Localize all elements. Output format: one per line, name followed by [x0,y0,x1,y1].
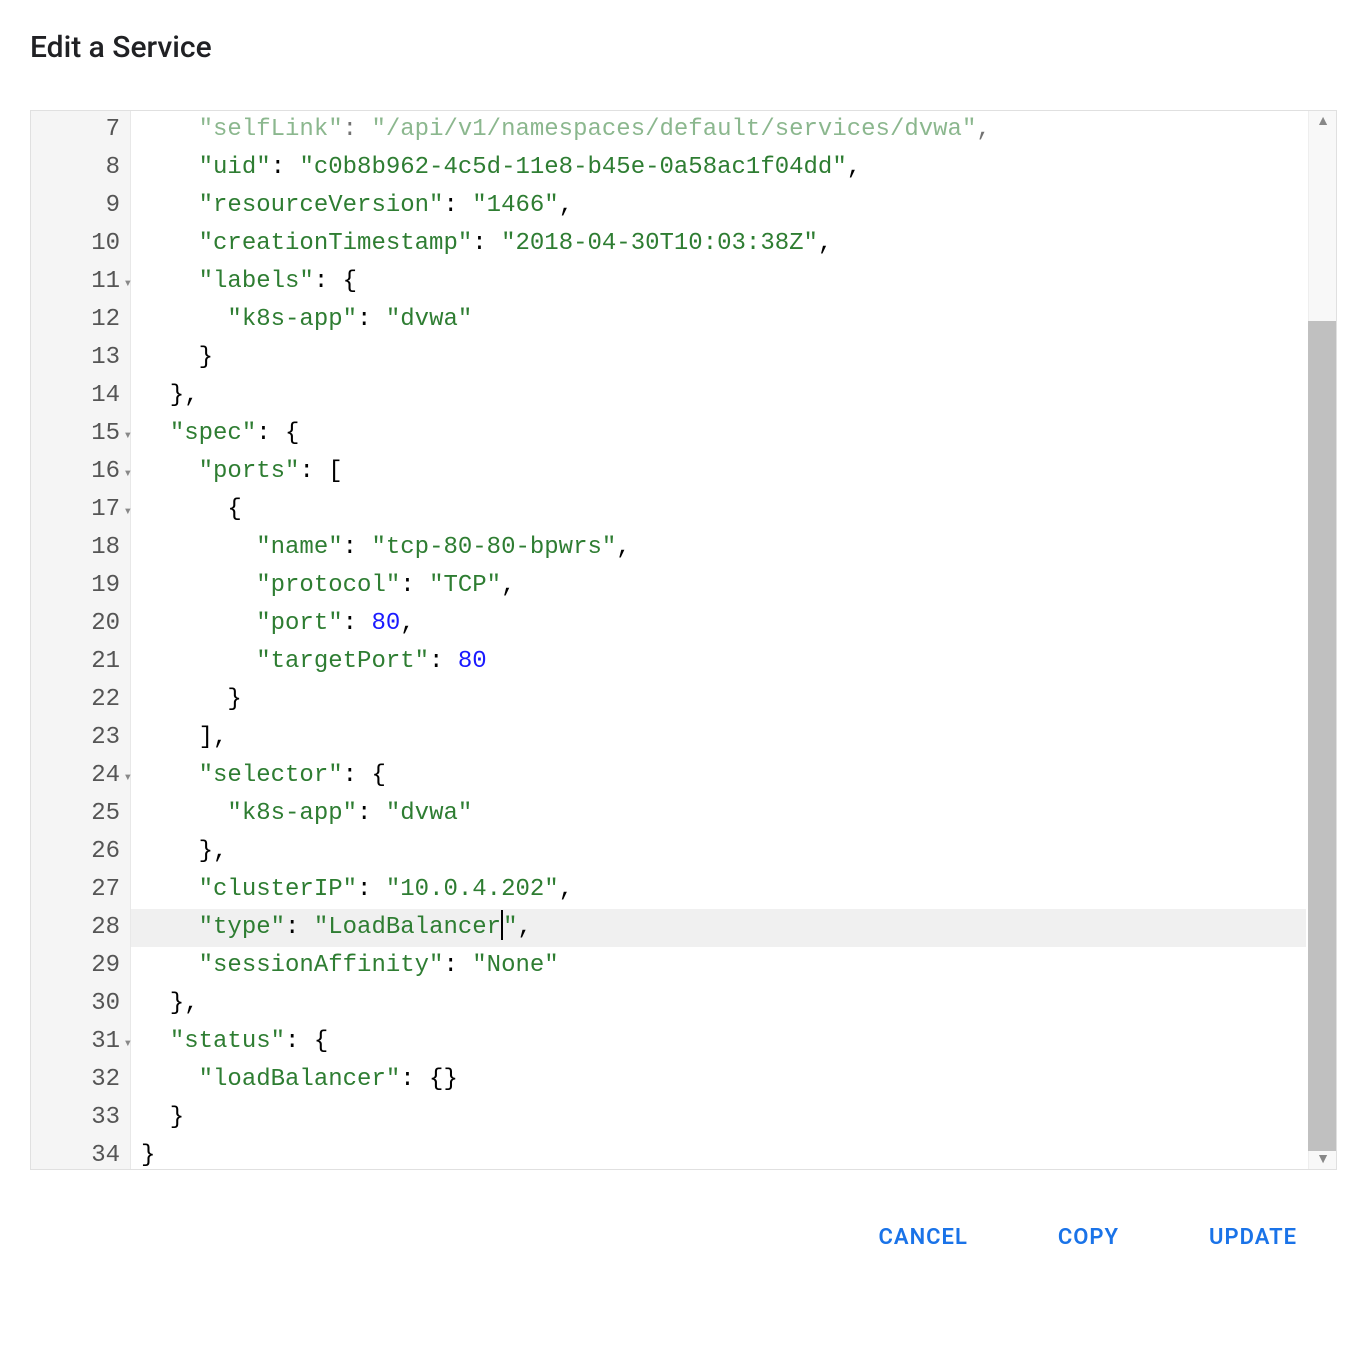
vertical-scrollbar[interactable]: ▲ ▼ [1308,111,1336,1169]
code-line[interactable]: "port": 80, [131,605,1306,643]
code-line[interactable]: ], [131,719,1306,757]
code-line[interactable]: } [131,1137,1306,1170]
code-line[interactable]: "targetPort": 80 [131,643,1306,681]
code-line[interactable]: "clusterIP": "10.0.4.202", [131,871,1306,909]
line-number: 22 [31,681,130,719]
code-line[interactable]: } [131,681,1306,719]
line-number-gutter: 7891011121314151617181920212223242526272… [31,111,131,1169]
code-line[interactable]: } [131,1099,1306,1137]
line-number: 7 [31,111,130,149]
line-number: 27 [31,871,130,909]
line-number: 10 [31,225,130,263]
code-content[interactable]: "selfLink": "/api/v1/namespaces/default/… [131,111,1336,1169]
code-line[interactable]: "k8s-app": "dvwa" [131,795,1306,833]
line-number: 29 [31,947,130,985]
line-number: 32 [31,1061,130,1099]
scroll-up-arrow[interactable]: ▲ [1309,111,1337,131]
line-number: 33 [31,1099,130,1137]
scroll-thumb[interactable] [1308,321,1336,1151]
line-number: 17 [31,491,130,529]
line-number: 24 [31,757,130,795]
line-number: 13 [31,339,130,377]
line-number: 8 [31,149,130,187]
line-number: 12 [31,301,130,339]
code-line[interactable]: "creationTimestamp": "2018-04-30T10:03:3… [131,225,1306,263]
line-number: 18 [31,529,130,567]
code-line[interactable]: "ports": [ [131,453,1306,491]
code-line[interactable]: "uid": "c0b8b962-4c5d-11e8-b45e-0a58ac1f… [131,149,1306,187]
code-line[interactable]: }, [131,833,1306,871]
line-number: 21 [31,643,130,681]
line-number: 11 [31,263,130,301]
line-number: 15 [31,415,130,453]
dialog-title: Edit a Service [30,30,1337,65]
line-number: 23 [31,719,130,757]
code-line[interactable]: "selfLink": "/api/v1/namespaces/default/… [131,111,1306,149]
code-line[interactable]: }, [131,985,1306,1023]
code-editor[interactable]: 7891011121314151617181920212223242526272… [30,110,1337,1170]
line-number: 14 [31,377,130,415]
code-line[interactable]: "k8s-app": "dvwa" [131,301,1306,339]
line-number: 19 [31,567,130,605]
cancel-button[interactable]: CANCEL [879,1225,968,1250]
code-line[interactable]: "spec": { [131,415,1306,453]
code-line[interactable]: } [131,339,1306,377]
line-number: 16 [31,453,130,491]
line-number: 25 [31,795,130,833]
code-line[interactable]: "selector": { [131,757,1306,795]
code-line[interactable]: "resourceVersion": "1466", [131,187,1306,225]
dialog-actions: CANCEL COPY UPDATE [30,1170,1337,1250]
code-line[interactable]: }, [131,377,1306,415]
code-line[interactable]: "name": "tcp-80-80-bpwrs", [131,529,1306,567]
code-line[interactable]: "loadBalancer": {} [131,1061,1306,1099]
code-line[interactable]: "sessionAffinity": "None" [131,947,1306,985]
code-line[interactable]: "status": { [131,1023,1306,1061]
line-number: 20 [31,605,130,643]
line-number: 26 [31,833,130,871]
line-number: 28 [31,909,130,947]
code-line[interactable]: "type": "LoadBalancer", [131,909,1306,947]
code-line[interactable]: { [131,491,1306,529]
update-button[interactable]: UPDATE [1209,1225,1297,1250]
copy-button[interactable]: COPY [1058,1225,1119,1250]
code-line[interactable]: "labels": { [131,263,1306,301]
line-number: 34 [31,1137,130,1170]
code-line[interactable]: "protocol": "TCP", [131,567,1306,605]
line-number: 30 [31,985,130,1023]
line-number: 31 [31,1023,130,1061]
scroll-down-arrow[interactable]: ▼ [1309,1149,1337,1169]
line-number: 9 [31,187,130,225]
